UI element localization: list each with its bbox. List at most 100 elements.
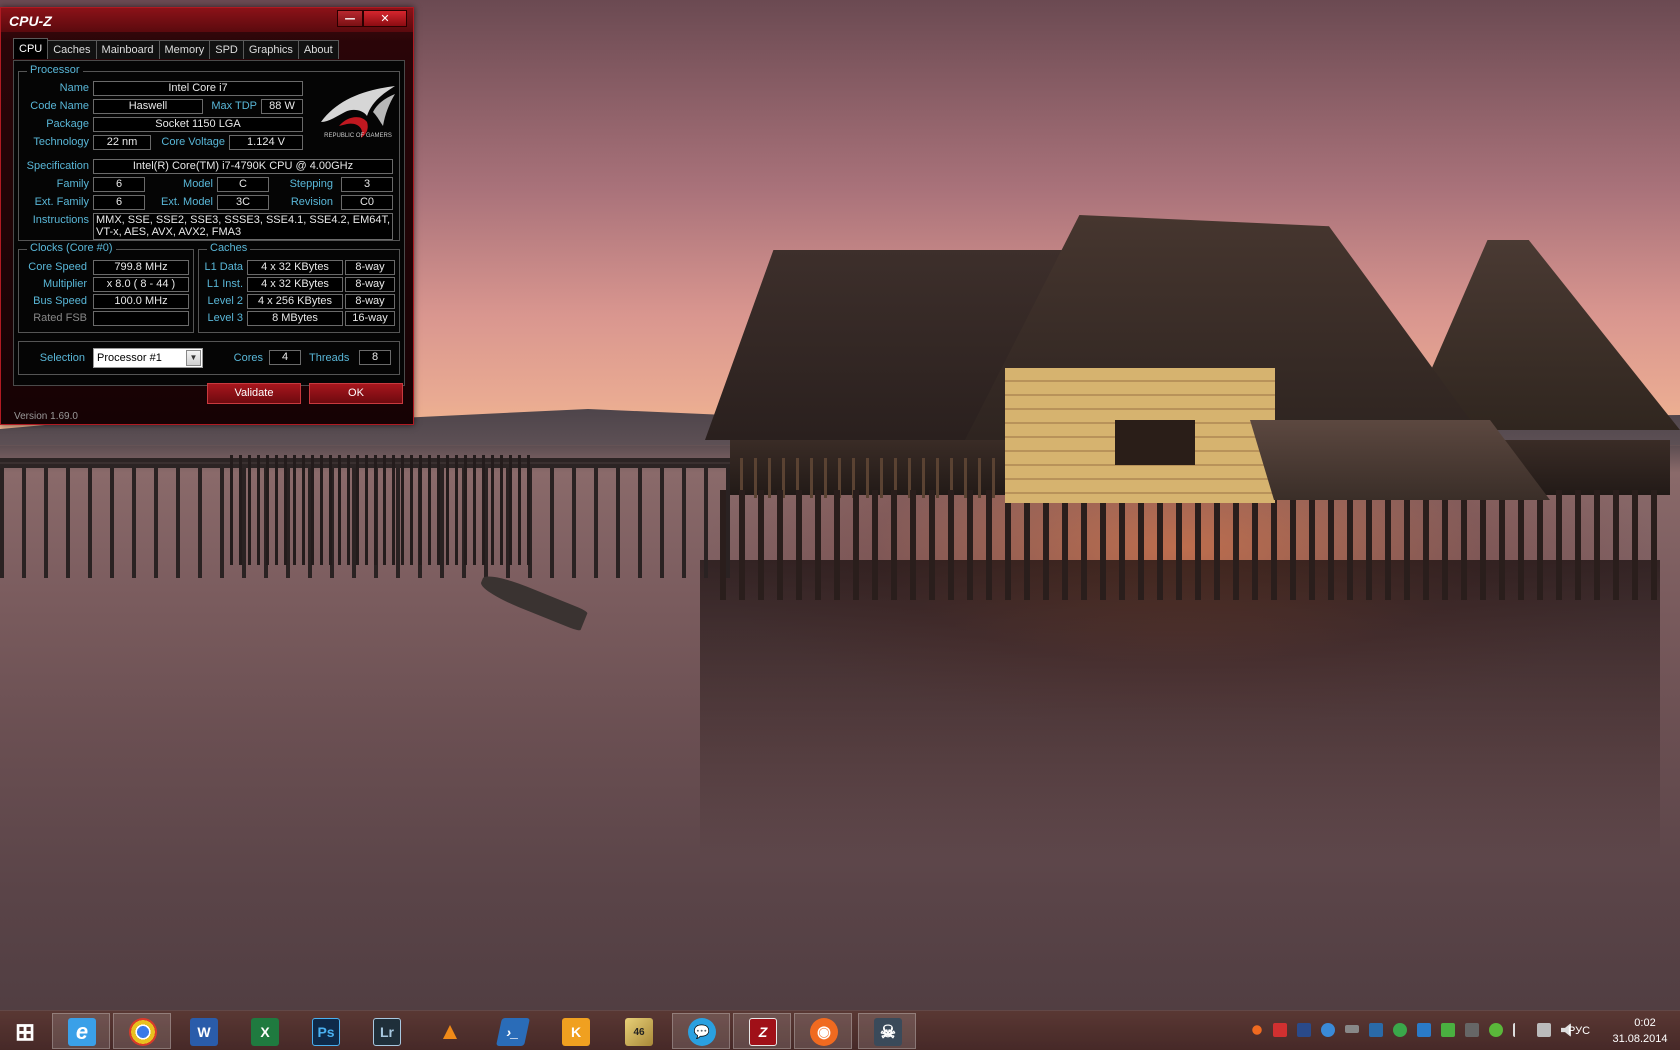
lightroom-icon: Lr: [373, 1018, 401, 1046]
taskbar-app-vlc[interactable]: ▲: [420, 1013, 478, 1049]
validate-button[interactable]: Validate: [207, 383, 301, 404]
wallpaper-house-stilts: [720, 490, 1660, 600]
level3-way: 16-way: [345, 311, 395, 326]
core-speed-label: Core Speed: [28, 261, 87, 273]
taskbar-app-cpu-z[interactable]: Z: [733, 1013, 791, 1049]
taskbar-app-aida64[interactable]: 46: [609, 1013, 667, 1049]
taskbar-app-game[interactable]: ☠: [858, 1013, 916, 1049]
l1-inst-way: 8-way: [345, 277, 395, 292]
start-button[interactable]: ⊞: [0, 1013, 50, 1049]
wallpaper-boat: [477, 570, 589, 632]
maxtdp-label: Max TDP: [211, 100, 257, 112]
ok-button[interactable]: OK: [309, 383, 403, 404]
windows-logo-icon: ⊞: [14, 1018, 36, 1046]
level2-label: Level 2: [207, 295, 243, 307]
processor-group-title: Processor: [27, 64, 83, 76]
internet-explorer-icon: e: [68, 1018, 96, 1046]
rog-logo-icon: [321, 86, 395, 138]
processor-select[interactable]: Processor #1 ▼: [93, 348, 203, 368]
ext-family-value: 6: [93, 195, 145, 210]
tray-origin-icon[interactable]: [1250, 1023, 1264, 1037]
family-label: Family: [56, 178, 89, 190]
rated-fsb-label: Rated FSB: [33, 312, 87, 324]
taskbar-app-kmplayer[interactable]: K: [546, 1013, 604, 1049]
level2-value: 4 x 256 KBytes: [247, 294, 343, 309]
taskbar-app-word[interactable]: W: [174, 1013, 232, 1049]
tray-network-tool-icon[interactable]: [1297, 1023, 1311, 1037]
stepping-label: Stepping: [289, 178, 333, 190]
tray-update-icon[interactable]: [1417, 1023, 1431, 1037]
taskbar-app-lightroom[interactable]: Lr: [357, 1013, 415, 1049]
l1-data-value: 4 x 32 KBytes: [247, 260, 343, 275]
core-speed-value: 799.8 MHz: [93, 260, 189, 275]
taskbar-app-chrome[interactable]: ●: [113, 1013, 171, 1049]
instructions-value: MMX, SSE, SSE2, SSE3, SSSE3, SSE4.1, SSE…: [93, 213, 393, 240]
taskbar-app-origin[interactable]: ◉: [794, 1013, 852, 1049]
corevoltage-value: 1.124 V: [229, 135, 303, 150]
tray-keyboard-icon[interactable]: [1369, 1023, 1383, 1037]
clocks-group: Clocks (Core #0) Core Speed 799.8 MHz Mu…: [18, 242, 194, 333]
minimize-button[interactable]: —: [337, 10, 363, 27]
photoshop-icon: Ps: [312, 1018, 340, 1046]
tray-app-icon[interactable]: [1321, 1023, 1335, 1037]
tray-antivirus-icon[interactable]: [1273, 1023, 1287, 1037]
powershell-icon: ›_: [496, 1018, 530, 1046]
taskbar-app-powershell[interactable]: ›_: [483, 1013, 541, 1049]
tray-utorrent-icon[interactable]: [1393, 1023, 1407, 1037]
window-titlebar[interactable]: CPU-Z — ✕: [1, 8, 413, 32]
network-icon[interactable]: [1537, 1023, 1551, 1037]
model-label: Model: [183, 178, 213, 190]
clocks-group-title: Clocks (Core #0): [27, 242, 116, 254]
ext-family-label: Ext. Family: [34, 196, 89, 208]
instructions-label: Instructions: [32, 214, 89, 226]
tab-mainboard[interactable]: Mainboard: [95, 40, 160, 59]
threads-label: Threads: [309, 352, 350, 364]
cpu-z-icon: Z: [749, 1018, 777, 1046]
tab-spd[interactable]: SPD: [209, 40, 244, 59]
taskbar-app-excel[interactable]: X: [235, 1013, 293, 1049]
taskbar: ⊞ e ● W X Ps Lr ▲ ›_ K 46 💬 Z ◉ ☠: [0, 1010, 1680, 1050]
corevoltage-label: Core Voltage: [161, 136, 225, 148]
wallpaper-reflection: [700, 560, 1660, 860]
language-indicator[interactable]: РУС: [1568, 1025, 1590, 1037]
tab-about[interactable]: About: [297, 40, 339, 59]
taskbar-app-photoshop[interactable]: Ps: [296, 1013, 354, 1049]
vlc-cone-icon: ▲: [438, 1018, 462, 1045]
package-label: Package: [46, 118, 89, 130]
selection-label: Selection: [39, 352, 85, 364]
l1-inst-value: 4 x 32 KBytes: [247, 277, 343, 292]
processor-select-value: Processor #1: [97, 352, 162, 364]
l1-inst-label: L1 Inst.: [206, 278, 243, 290]
flag-icon[interactable]: [1513, 1023, 1527, 1037]
cores-label: Cores: [233, 352, 263, 364]
window-title: CPU-Z: [9, 13, 52, 29]
revision-value: C0: [341, 195, 393, 210]
specification-value: Intel(R) Core(TM) i7-4790K CPU @ 4.00GHz: [93, 159, 393, 174]
close-button[interactable]: ✕: [363, 10, 407, 27]
taskbar-app-messenger[interactable]: 💬: [672, 1013, 730, 1049]
messenger-icon: 💬: [688, 1018, 716, 1046]
package-value: Socket 1150 LGA: [93, 117, 303, 132]
taskbar-app-internet-explorer[interactable]: e: [52, 1013, 110, 1049]
specification-label: Specification: [26, 160, 89, 172]
revision-label: Revision: [290, 196, 333, 208]
clock-time[interactable]: 0:02: [1623, 1017, 1667, 1029]
family-value: 6: [93, 177, 145, 192]
tray-wifi-icon[interactable]: [1465, 1023, 1479, 1037]
aida64-icon: 46: [625, 1018, 653, 1046]
chevron-down-icon[interactable]: ▼: [186, 350, 201, 366]
tray-security-icon[interactable]: [1441, 1023, 1455, 1037]
tab-caches[interactable]: Caches: [47, 40, 97, 59]
clock-date[interactable]: 31.08.2014: [1606, 1033, 1674, 1045]
tab-memory[interactable]: Memory: [158, 40, 211, 59]
origin-icon: ◉: [810, 1018, 838, 1046]
technology-value: 22 nm: [93, 135, 151, 150]
tray-monitor-icon[interactable]: [1345, 1025, 1359, 1033]
caches-group: Caches L1 Data 4 x 32 KBytes 8-way L1 In…: [198, 242, 400, 333]
codename-value: Haswell: [93, 99, 203, 114]
tray-checkmark-icon[interactable]: [1489, 1023, 1503, 1037]
bus-speed-label: Bus Speed: [33, 295, 87, 307]
game-icon: ☠: [874, 1018, 902, 1046]
tab-graphics[interactable]: Graphics: [242, 40, 299, 59]
tab-cpu[interactable]: CPU: [13, 38, 49, 59]
